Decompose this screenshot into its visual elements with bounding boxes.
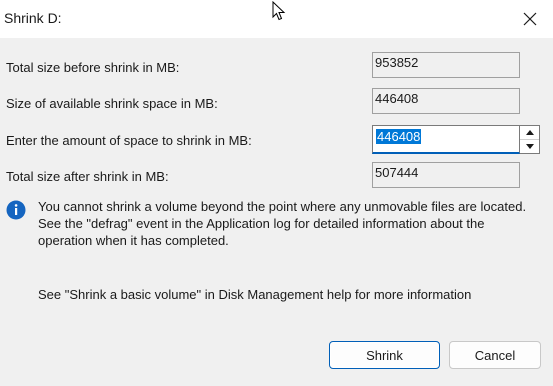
shrink-amount-input[interactable]: 446408 — [372, 125, 520, 154]
shrink-amount-label: Enter the amount of space to shrink in M… — [6, 133, 252, 148]
info-message: You cannot shrink a volume beyond the po… — [38, 198, 538, 249]
shrink-amount-value: 446408 — [376, 129, 422, 144]
close-icon — [523, 12, 537, 26]
available-shrink-label: Size of available shrink space in MB: — [6, 96, 218, 111]
shrink-dialog: Shrink D: Total size before shrink in MB… — [0, 0, 553, 386]
cancel-button[interactable]: Cancel — [449, 341, 541, 369]
total-before-field: 953852 — [372, 52, 520, 78]
mouse-pointer-icon — [272, 1, 286, 21]
info-line: You cannot shrink a volume beyond the po… — [38, 199, 527, 214]
dialog-title: Shrink D: — [4, 10, 62, 26]
spin-up-button[interactable] — [520, 126, 539, 140]
spin-down-button[interactable] — [520, 140, 539, 153]
shrink-amount-stepper: 446408 — [372, 125, 540, 154]
available-shrink-field: 446408 — [372, 88, 520, 114]
total-after-field: 507444 — [372, 162, 520, 188]
chevron-down-icon — [525, 144, 534, 149]
help-text: See "Shrink a basic volume" in Disk Mana… — [38, 287, 472, 302]
total-after-label: Total size after shrink in MB: — [6, 169, 169, 184]
shrink-button[interactable]: Shrink — [329, 341, 440, 369]
info-line: operation when it has completed. — [38, 233, 229, 248]
info-icon — [6, 200, 26, 220]
close-button[interactable] — [507, 0, 553, 38]
info-line: See the "defrag" event in the Applicatio… — [38, 216, 485, 231]
spin-buttons — [520, 125, 540, 154]
total-before-label: Total size before shrink in MB: — [6, 60, 180, 75]
chevron-up-icon — [525, 130, 534, 135]
